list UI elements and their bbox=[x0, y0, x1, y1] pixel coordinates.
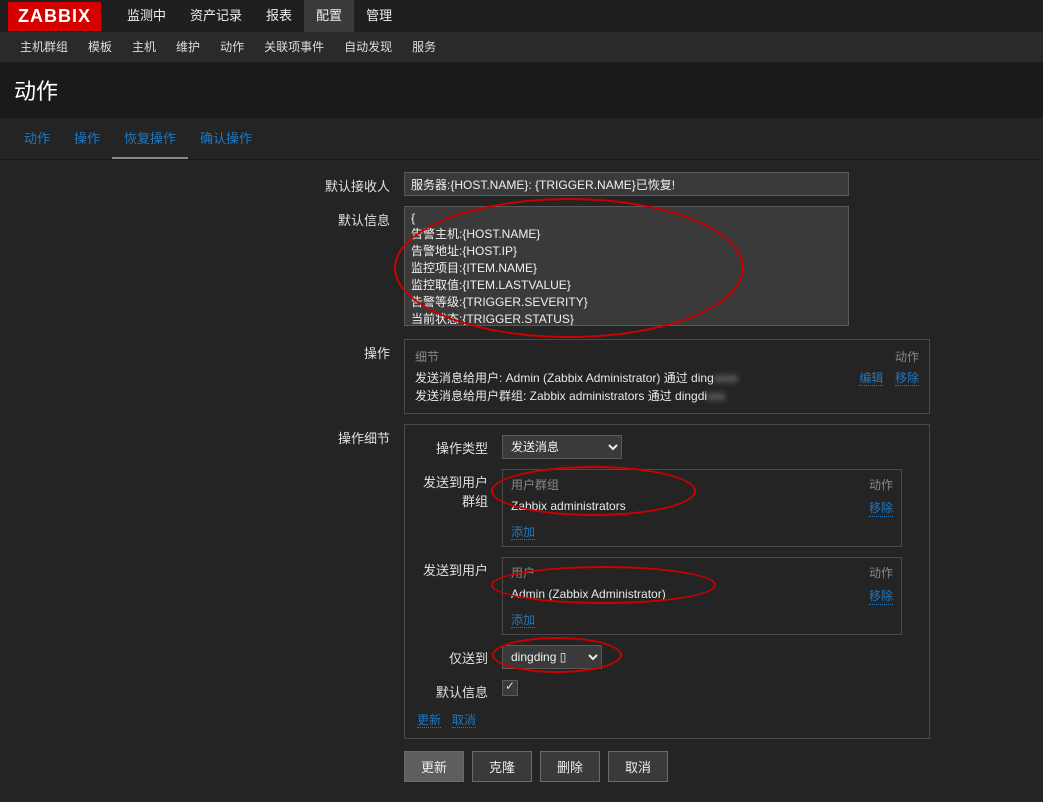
ug-header: 用户群组 bbox=[511, 476, 559, 493]
nav-config[interactable]: 配置 bbox=[304, 0, 354, 32]
ug-action-header: 动作 bbox=[869, 476, 893, 493]
nav-monitoring[interactable]: 监测中 bbox=[115, 0, 178, 32]
send-user-label: 发送到用户 bbox=[417, 557, 502, 579]
ug-remove-link[interactable]: 移除 bbox=[869, 499, 893, 517]
sendto-select[interactable]: dingding ▯ bbox=[502, 645, 602, 669]
subnav-services[interactable]: 服务 bbox=[402, 32, 446, 62]
detail-panel: 操作类型 发送消息 发送到用户群组 用户群组 动作 bbox=[404, 424, 930, 739]
detail-update-link[interactable]: 更新 bbox=[417, 713, 441, 728]
tab-ack[interactable]: 确认操作 bbox=[188, 118, 264, 159]
tab-operations[interactable]: 操作 bbox=[62, 118, 112, 159]
tab-recovery[interactable]: 恢复操作 bbox=[112, 118, 188, 159]
ug-value: Zabbix administrators bbox=[511, 499, 626, 517]
nav-inventory[interactable]: 资产记录 bbox=[178, 0, 254, 32]
user-table: 用户 动作 Admin (Zabbix Administrator) 移除 添加 bbox=[502, 557, 902, 635]
u-header: 用户 bbox=[511, 564, 535, 581]
u-remove-link[interactable]: 移除 bbox=[869, 587, 893, 605]
ops-col-action: 动作 bbox=[895, 348, 919, 365]
u-action-header: 动作 bbox=[869, 564, 893, 581]
ug-add-link[interactable]: 添加 bbox=[511, 525, 535, 540]
subnav-templates[interactable]: 模板 bbox=[78, 32, 122, 62]
sub-nav: 主机群组 模板 主机 维护 动作 关联项事件 自动发现 服务 bbox=[0, 32, 1043, 62]
top-nav: 监测中 资产记录 报表 配置 管理 bbox=[115, 0, 404, 32]
send-usergroup-label: 发送到用户群组 bbox=[417, 469, 502, 510]
usergroup-table: 用户群组 动作 Zabbix administrators 移除 添加 bbox=[502, 469, 902, 547]
button-row: 更新 克隆 删除 取消 bbox=[404, 751, 1029, 782]
detail-cancel-link[interactable]: 取消 bbox=[452, 713, 476, 728]
recipient-label: 默认接收人 bbox=[14, 172, 404, 196]
logo: ZABBIX bbox=[8, 2, 101, 31]
nav-reports[interactable]: 报表 bbox=[254, 0, 304, 32]
op-type-select[interactable]: 发送消息 bbox=[502, 435, 622, 459]
ops-remove-link[interactable]: 移除 bbox=[895, 371, 919, 386]
message-textarea[interactable] bbox=[404, 206, 849, 326]
subnav-hosts[interactable]: 主机 bbox=[122, 32, 166, 62]
sendto-label: 仅送到 bbox=[417, 645, 502, 667]
page-title: 动作 bbox=[0, 62, 1043, 118]
ops-line-1: 发送消息给用户: Admin (Zabbix Administrator) 通过… bbox=[415, 371, 714, 385]
defmsg-label: 默认信息 bbox=[417, 679, 502, 701]
subnav-discovery[interactable]: 自动发现 bbox=[334, 32, 402, 62]
u-value: Admin (Zabbix Administrator) bbox=[511, 587, 666, 605]
defmsg-checkbox[interactable] bbox=[502, 680, 518, 696]
message-label: 默认信息 bbox=[14, 206, 404, 329]
cancel-button[interactable]: 取消 bbox=[608, 751, 668, 782]
subnav-hostgroups[interactable]: 主机群组 bbox=[10, 32, 78, 62]
op-type-label: 操作类型 bbox=[417, 435, 502, 457]
u-add-link[interactable]: 添加 bbox=[511, 613, 535, 628]
ops-panel: 细节 动作 发送消息给用户: Admin (Zabbix Administrat… bbox=[404, 339, 930, 414]
delete-button[interactable]: 删除 bbox=[540, 751, 600, 782]
subnav-correlation[interactable]: 关联项事件 bbox=[254, 32, 334, 62]
ops-line-2: 发送消息给用户群组: Zabbix administrators 通过 ding… bbox=[415, 389, 707, 403]
ops-label: 操作 bbox=[14, 339, 404, 414]
update-button[interactable]: 更新 bbox=[404, 751, 464, 782]
top-bar: ZABBIX 监测中 资产记录 报表 配置 管理 bbox=[0, 0, 1043, 32]
clone-button[interactable]: 克隆 bbox=[472, 751, 532, 782]
form-tabs: 动作 操作 恢复操作 确认操作 bbox=[0, 118, 1043, 160]
recipient-input[interactable] bbox=[404, 172, 849, 196]
ops-col-detail: 细节 bbox=[415, 348, 439, 365]
nav-admin[interactable]: 管理 bbox=[354, 0, 404, 32]
detail-label: 操作细节 bbox=[14, 424, 404, 739]
tab-action[interactable]: 动作 bbox=[12, 118, 62, 159]
subnav-actions[interactable]: 动作 bbox=[210, 32, 254, 62]
ops-edit-link[interactable]: 编辑 bbox=[859, 371, 883, 386]
content: 默认接收人 默认信息 操作 细节 动作 发送消息给用户: Admin (Zabb… bbox=[0, 160, 1043, 802]
subnav-maintenance[interactable]: 维护 bbox=[166, 32, 210, 62]
